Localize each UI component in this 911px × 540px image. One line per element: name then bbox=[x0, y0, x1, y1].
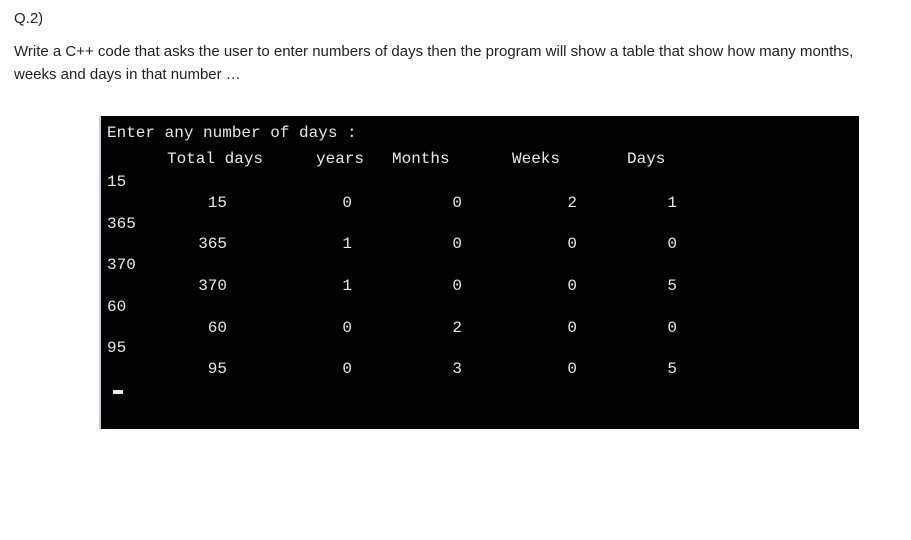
cursor-line bbox=[101, 380, 859, 401]
cell-months: 2 bbox=[382, 318, 492, 339]
header-months: Months bbox=[382, 150, 492, 168]
cell-total-days: 15 bbox=[107, 193, 267, 214]
terminal-output: Enter any number of days : Total days ye… bbox=[99, 116, 859, 429]
table-row: 370 1 0 0 5 bbox=[101, 276, 859, 297]
table-row: 95 0 3 0 5 bbox=[101, 359, 859, 380]
cell-days: 5 bbox=[607, 276, 707, 297]
input-line: 370 bbox=[101, 255, 859, 276]
cell-months: 0 bbox=[382, 276, 492, 297]
cell-days: 1 bbox=[607, 193, 707, 214]
cell-years: 0 bbox=[267, 193, 382, 214]
table-header: Total days years Months Weeks Days bbox=[101, 150, 859, 172]
cell-years: 1 bbox=[267, 234, 382, 255]
question-text: Write a C++ code that asks the user to e… bbox=[14, 41, 897, 86]
input-line: 60 bbox=[101, 297, 859, 318]
table-row: 60 0 2 0 0 bbox=[101, 318, 859, 339]
cell-total-days: 60 bbox=[107, 318, 267, 339]
cell-total-days: 365 bbox=[107, 234, 267, 255]
input-line: 95 bbox=[101, 338, 859, 359]
table-row: 365 1 0 0 0 bbox=[101, 234, 859, 255]
cell-days: 5 bbox=[607, 359, 707, 380]
cell-months: 0 bbox=[382, 193, 492, 214]
cell-years: 1 bbox=[267, 276, 382, 297]
cell-days: 0 bbox=[607, 318, 707, 339]
header-weeks: Weeks bbox=[492, 150, 607, 168]
cell-weeks: 0 bbox=[492, 359, 607, 380]
cursor-icon bbox=[113, 390, 123, 394]
input-line: 365 bbox=[101, 214, 859, 235]
cell-weeks: 0 bbox=[492, 276, 607, 297]
header-years: years bbox=[267, 150, 382, 168]
header-days: Days bbox=[607, 150, 707, 168]
header-total-days: Total days bbox=[107, 150, 267, 168]
cell-years: 0 bbox=[267, 318, 382, 339]
input-line: 15 bbox=[101, 172, 859, 193]
table-row: 15 0 0 2 1 bbox=[101, 193, 859, 214]
cell-total-days: 95 bbox=[107, 359, 267, 380]
cell-months: 3 bbox=[382, 359, 492, 380]
cell-weeks: 0 bbox=[492, 234, 607, 255]
cell-total-days: 370 bbox=[107, 276, 267, 297]
cell-weeks: 2 bbox=[492, 193, 607, 214]
cell-weeks: 0 bbox=[492, 318, 607, 339]
question-number: Q.2) bbox=[14, 10, 897, 27]
prompt-line: Enter any number of days : bbox=[101, 122, 859, 150]
cell-days: 0 bbox=[607, 234, 707, 255]
cell-years: 0 bbox=[267, 359, 382, 380]
cell-months: 0 bbox=[382, 234, 492, 255]
